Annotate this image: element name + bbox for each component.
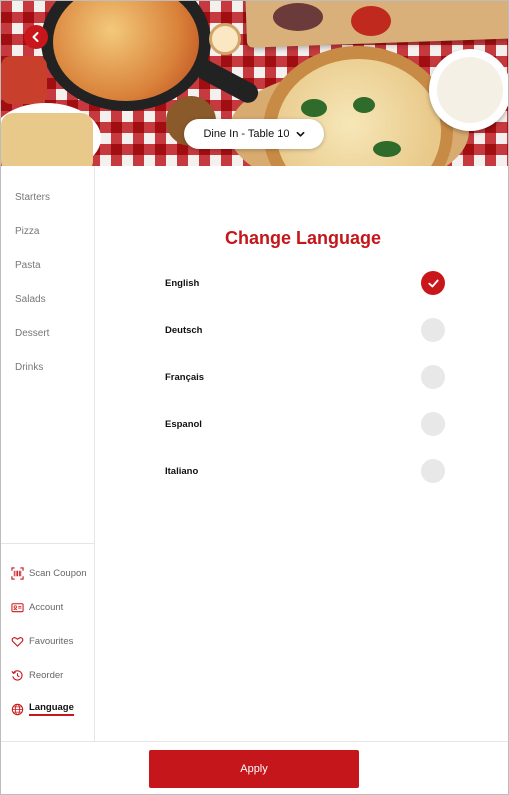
- sidebar-item-pizza[interactable]: Pizza: [1, 214, 94, 248]
- sidebar-item-label: Pasta: [15, 259, 41, 271]
- figs-image: [273, 3, 323, 31]
- sidebar-item-label: Reorder: [29, 669, 64, 681]
- language-label: Italiano: [165, 465, 199, 477]
- globe-icon: [11, 703, 24, 715]
- sidebar-item-label: Language: [29, 702, 74, 716]
- language-option-francais[interactable]: Français: [165, 365, 445, 389]
- hero-banner: Dine In - Table 10: [1, 1, 508, 166]
- candle-image: [209, 23, 241, 55]
- bread-slices: [1, 113, 93, 166]
- sidebar-item-reorder[interactable]: Reorder: [1, 658, 94, 692]
- language-panel: Change Language English Deutsch Français…: [96, 166, 508, 741]
- language-option-espanol[interactable]: Espanol: [165, 412, 445, 436]
- sidebar-account-menu: Scan Coupon Account Favourites Reorder L…: [1, 543, 94, 726]
- barcode-icon: [11, 566, 24, 580]
- radio-unchecked[interactable]: [421, 365, 445, 389]
- language-label: English: [165, 277, 200, 289]
- history-icon: [11, 669, 23, 681]
- sidebar-item-language[interactable]: Language: [1, 692, 94, 726]
- chevron-left-icon: [32, 32, 39, 42]
- grated-cheese: [437, 57, 503, 123]
- spinach-leaf: [353, 97, 375, 113]
- tomatoes-image: [351, 6, 391, 36]
- sidebar-item-label: Salads: [15, 293, 46, 305]
- radio-unchecked[interactable]: [421, 459, 445, 483]
- sidebar-item-label: Drinks: [15, 361, 44, 373]
- category-list: Starters Pizza Pasta Salads Dessert Drin…: [1, 166, 94, 384]
- language-option-deutsch[interactable]: Deutsch: [165, 318, 445, 342]
- spinach-leaf: [301, 99, 327, 117]
- table-selector-dropdown[interactable]: Dine In - Table 10: [184, 119, 324, 149]
- radio-checked[interactable]: [421, 271, 445, 295]
- heart-icon: [11, 636, 24, 647]
- sidebar-item-label: Account: [29, 601, 64, 613]
- sidebar: Starters Pizza Pasta Salads Dessert Drin…: [1, 166, 95, 741]
- sidebar-item-drinks[interactable]: Drinks: [1, 350, 94, 384]
- apply-button[interactable]: Apply: [149, 750, 359, 788]
- checkmark-icon: [427, 279, 439, 287]
- language-option-italiano[interactable]: Italiano: [165, 459, 445, 483]
- sidebar-item-label: Starters: [15, 191, 51, 203]
- id-card-icon: [11, 602, 24, 612]
- spinach-leaf: [373, 141, 401, 157]
- page-title: Change Language: [224, 228, 381, 248]
- table-selector-label: Dine In - Table 10: [203, 128, 290, 140]
- app-frame: Dine In - Table 10 Starters Pizza Pasta …: [0, 0, 509, 795]
- sidebar-item-pasta[interactable]: Pasta: [1, 248, 94, 282]
- sidebar-item-starters[interactable]: Starters: [1, 180, 94, 214]
- footer-bar: Apply: [1, 741, 508, 794]
- sidebar-item-favourites[interactable]: Favourites: [1, 624, 94, 658]
- language-option-english[interactable]: English: [165, 271, 445, 295]
- sidebar-item-dessert[interactable]: Dessert: [1, 316, 94, 350]
- radio-unchecked[interactable]: [421, 318, 445, 342]
- back-button[interactable]: [24, 25, 48, 49]
- sauce-jar-image: [1, 56, 47, 104]
- sidebar-item-account[interactable]: Account: [1, 590, 94, 624]
- sidebar-item-label: Scan Coupon: [29, 567, 87, 579]
- chevron-down-icon: [296, 131, 304, 137]
- sidebar-item-scan-coupon[interactable]: Scan Coupon: [1, 556, 94, 590]
- sidebar-item-label: Pizza: [15, 225, 40, 237]
- radio-unchecked[interactable]: [421, 412, 445, 436]
- sidebar-item-label: Favourites: [29, 635, 74, 647]
- language-label: Français: [165, 371, 205, 383]
- sidebar-item-salads[interactable]: Salads: [1, 282, 94, 316]
- language-label: Deutsch: [165, 324, 203, 336]
- sidebar-item-label: Dessert: [15, 327, 50, 339]
- language-label: Espanol: [165, 418, 202, 430]
